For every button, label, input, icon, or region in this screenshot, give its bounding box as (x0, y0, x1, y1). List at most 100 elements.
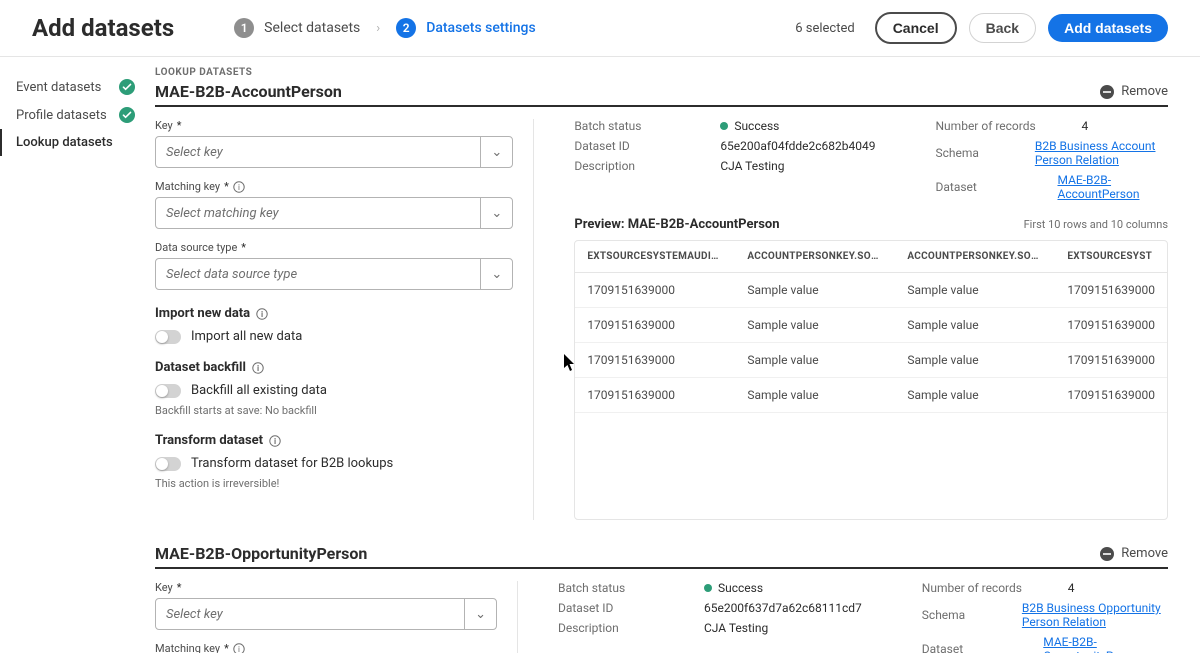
chevron-down-icon: ⌄ (464, 599, 486, 629)
info-icon[interactable]: i (252, 362, 264, 374)
import-head: Import new data i (155, 306, 513, 321)
svg-text:i: i (274, 437, 276, 446)
step-num-2: 2 (396, 18, 416, 38)
header-actions: 6 selected Cancel Back Add datasets (795, 12, 1168, 44)
svg-text:i: i (261, 310, 263, 319)
description-value: CJA Testing (720, 159, 784, 173)
cancel-button[interactable]: Cancel (875, 12, 957, 44)
selected-count: 6 selected (795, 21, 854, 36)
matching-key-select[interactable]: Select matching key ⌄ (155, 197, 513, 229)
batch-status-value: Success (720, 119, 779, 133)
backfill-toggle-label: Backfill all existing data (191, 383, 327, 398)
stepper: 1 Select datasets › 2 Datasets settings (234, 18, 795, 38)
transform-toggle[interactable] (155, 457, 181, 471)
dataset-block: MAE-B2B-OpportunityPerson Remove Key * S… (155, 544, 1168, 653)
dataset-id-value: 65e200af04fdde2c682b4049 (720, 139, 875, 153)
preview-title: Preview: MAE-B2B-AccountPerson (574, 217, 779, 232)
info-icon[interactable]: i (233, 181, 245, 193)
remove-button[interactable]: Remove (1099, 546, 1168, 562)
svg-text:i: i (238, 183, 240, 192)
backfill-toggle[interactable] (155, 384, 181, 398)
meta-key: Dataset (922, 642, 1027, 653)
transform-head: Transform dataset i (155, 433, 513, 448)
section-label: LOOKUP DATASETS (155, 67, 1168, 78)
dataset-link[interactable]: MAE-B2B-AccountPerson (1057, 173, 1168, 201)
num-records-value: 4 (1082, 119, 1089, 133)
dataset-head: MAE-B2B-AccountPerson Remove (155, 82, 1168, 107)
svg-text:i: i (257, 364, 259, 373)
dataset-config-column: Key * Select key ⌄ Matching key * i (155, 581, 518, 653)
step-num-1: 1 (234, 18, 254, 38)
sidebar-item-event[interactable]: Event datasets (0, 73, 145, 101)
meta-key: Dataset (936, 180, 1042, 194)
step-2[interactable]: 2 Datasets settings (396, 18, 535, 38)
chevron-down-icon: ⌄ (480, 198, 502, 228)
dataset-head: MAE-B2B-OpportunityPerson Remove (155, 544, 1168, 569)
preview-table[interactable]: EXTSOURCESYSTEMAUDIT.L... ACCOUNTPERSONK… (574, 240, 1168, 520)
dataset-info-column: Batch statusSuccess Dataset ID65e200af04… (574, 119, 1168, 520)
column-header[interactable]: ACCOUNTPERSONKEY.SOURC... (735, 241, 895, 273)
select-placeholder: Select matching key (166, 206, 279, 221)
import-toggle[interactable] (155, 330, 181, 344)
meta-key: Batch status (574, 119, 704, 133)
dataset-block: MAE-B2B-AccountPerson Remove Key * Selec… (155, 82, 1168, 520)
table-row: 1709151639000Sample valueSample value170… (575, 308, 1167, 343)
dataset-config-column: Key * Select key ⌄ Matching key * i (155, 119, 534, 520)
meta-key: Description (558, 621, 688, 635)
sidebar-item-profile[interactable]: Profile datasets (0, 101, 145, 129)
schema-link[interactable]: B2B Business Account Person Relation (1035, 139, 1168, 167)
import-toggle-label: Import all new data (191, 329, 302, 344)
remove-circle-icon (1099, 546, 1115, 562)
header: Add datasets 1 Select datasets › 2 Datas… (0, 0, 1200, 57)
remove-button[interactable]: Remove (1099, 84, 1168, 100)
step-1[interactable]: 1 Select datasets (234, 18, 360, 38)
status-dot-icon (720, 122, 728, 130)
field-label-key: Key * (155, 581, 497, 594)
meta-key: Batch status (558, 581, 688, 595)
dataset-info-column: Batch statusSuccess Dataset ID65e200f637… (558, 581, 1168, 653)
key-select[interactable]: Select key ⌄ (155, 136, 513, 168)
meta-key: Number of records (922, 581, 1052, 595)
main-content: LOOKUP DATASETS MAE-B2B-AccountPerson Re… (145, 57, 1200, 653)
schema-link[interactable]: B2B Business Opportunity Person Relation (1022, 601, 1168, 629)
meta-key: Description (574, 159, 704, 173)
description-value: CJA Testing (704, 621, 768, 635)
field-label-key: Key * (155, 119, 513, 132)
select-placeholder: Select key (166, 145, 223, 160)
meta-key: Schema (922, 608, 1006, 622)
info-icon[interactable]: i (269, 435, 281, 447)
field-label-matching: Matching key * i (155, 642, 497, 653)
remove-label: Remove (1121, 546, 1168, 561)
preview-meta: First 10 rows and 10 columns (1024, 218, 1168, 231)
svg-text:i: i (238, 645, 240, 654)
batch-status-value: Success (704, 581, 763, 595)
step-label-2: Datasets settings (426, 20, 535, 36)
table-row: 1709151639000Sample valueSample value170… (575, 343, 1167, 378)
column-header[interactable]: ACCOUNTPERSONKEY.SOURC... (895, 241, 1055, 273)
sidebar: Event datasets Profile datasets Lookup d… (0, 57, 145, 653)
sidebar-item-lookup[interactable]: Lookup datasets (0, 129, 145, 156)
chevron-down-icon: ⌄ (480, 137, 502, 167)
back-button[interactable]: Back (969, 13, 1036, 43)
dataset-link[interactable]: MAE-B2B-OpportunityPerson (1043, 635, 1168, 653)
num-records-value: 4 (1068, 581, 1075, 595)
field-label-matching: Matching key * i (155, 180, 513, 193)
backfill-head: Dataset backfill i (155, 360, 513, 375)
chevron-right-icon: › (376, 21, 380, 36)
transform-hint: This action is irreversible! (155, 477, 513, 490)
chevron-down-icon: ⌄ (480, 259, 502, 289)
backfill-hint: Backfill starts at save: No backfill (155, 404, 513, 417)
key-select[interactable]: Select key ⌄ (155, 598, 497, 630)
meta-key: Dataset ID (558, 601, 688, 615)
info-icon[interactable]: i (233, 643, 245, 654)
remove-circle-icon (1099, 84, 1115, 100)
sidebar-item-label: Lookup datasets (16, 135, 113, 150)
info-icon[interactable]: i (256, 308, 268, 320)
select-placeholder: Select key (166, 607, 223, 622)
column-header[interactable]: EXTSOURCESYST (1055, 241, 1167, 273)
column-header[interactable]: EXTSOURCESYSTEMAUDIT.L... (575, 241, 735, 273)
data-source-select[interactable]: Select data source type ⌄ (155, 258, 513, 290)
field-label-source: Data source type * (155, 241, 513, 254)
add-datasets-button[interactable]: Add datasets (1048, 14, 1168, 42)
table-row: 1709151639000Sample valueSample value170… (575, 273, 1167, 308)
